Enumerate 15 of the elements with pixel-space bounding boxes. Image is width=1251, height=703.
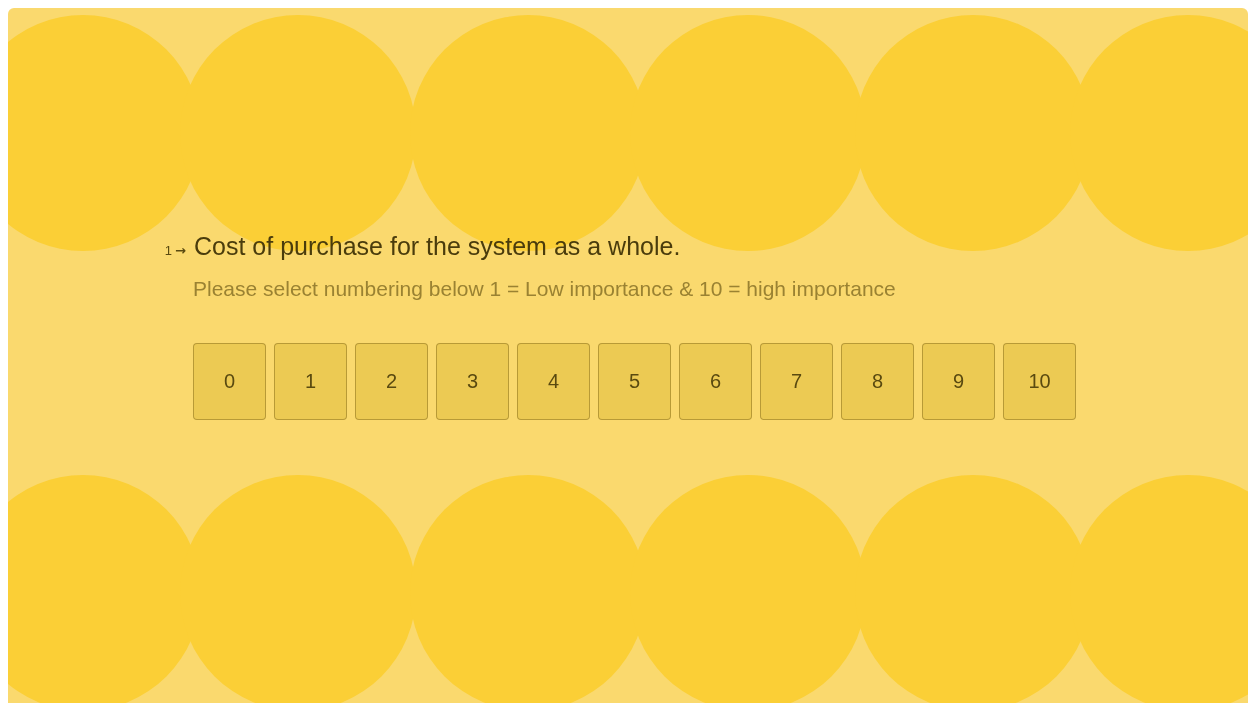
- rating-option[interactable]: 8: [841, 343, 914, 420]
- rating-option[interactable]: 4: [517, 343, 590, 420]
- rating-option[interactable]: 7: [760, 343, 833, 420]
- rating-option[interactable]: 0: [193, 343, 266, 420]
- arrow-icon: →: [175, 243, 186, 258]
- rating-option[interactable]: 9: [922, 343, 995, 420]
- rating-option[interactable]: 2: [355, 343, 428, 420]
- rating-option[interactable]: 6: [679, 343, 752, 420]
- rating-option[interactable]: 10: [1003, 343, 1076, 420]
- rating-option[interactable]: 1: [274, 343, 347, 420]
- question-number: 1: [164, 243, 173, 258]
- rating-option[interactable]: 3: [436, 343, 509, 420]
- question-title: Cost of purchase for the system as a whole.: [194, 232, 681, 261]
- question-description: Please select numbering below 1 = Low importance & 10 = high importance: [193, 277, 897, 301]
- rating-option[interactable]: 5: [598, 343, 671, 420]
